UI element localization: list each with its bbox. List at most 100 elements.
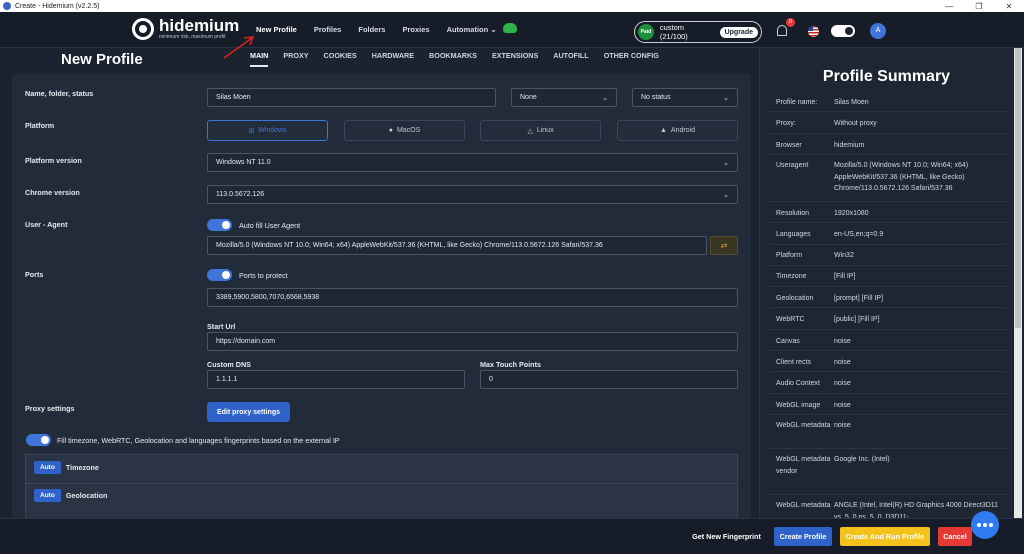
shuffle-icon[interactable]: ⇄ — [710, 236, 738, 255]
summary-value: noise — [834, 422, 851, 429]
ports-input[interactable]: 3389,5900,5800,7070,6568,5938 — [207, 288, 738, 307]
summary-row-webgl-vendor: WebGL metadata vendor Google Inc. (Intel) — [776, 454, 1006, 477]
platform-version-select[interactable]: Windows NT 11.0 ⌄ — [207, 153, 738, 172]
summary-key: WebGL metadata — [776, 422, 831, 429]
platform-linux-button[interactable]: △ Linux — [480, 120, 601, 141]
platform-windows-button[interactable]: ⊞ Windows — [207, 120, 328, 141]
platform-version-label: Platform version — [25, 156, 82, 165]
tab-cookies[interactable]: COOKIES — [324, 51, 357, 67]
summary-row-webrtc: WebRTC [public] [Fill IP] — [776, 314, 1006, 326]
tab-bookmarks[interactable]: BOOKMARKS — [429, 51, 477, 67]
timezone-auto-badge[interactable]: Auto — [34, 461, 61, 474]
theme-toggle[interactable] — [831, 25, 855, 37]
timezone-label: Timezone — [65, 463, 99, 472]
divider — [770, 222, 1006, 223]
upgrade-button[interactable]: Upgrade — [719, 26, 758, 38]
top-navbar: hidemium minimum risk, maximum profit Ne… — [0, 12, 1024, 48]
maximize-icon[interactable]: ❐ — [964, 2, 994, 11]
tab-other-config[interactable]: OTHER CONFIG — [604, 51, 659, 67]
user-agent-input[interactable]: Mozilla/5.0 (Windows NT 10.0; Win64; x64… — [207, 236, 707, 255]
scrollbar-thumb[interactable] — [1015, 48, 1021, 328]
create-and-run-button[interactable]: Create And Run Profile — [840, 527, 930, 546]
nav-profiles[interactable]: Profiles — [314, 25, 342, 34]
platform-android-label: Android — [670, 127, 696, 134]
tab-extensions[interactable]: EXTENSIONS — [492, 51, 538, 67]
summary-key: Profile name: — [776, 99, 818, 106]
fill-fingerprint-label: Fill timezone, WebRTC, Geolocation and l… — [57, 436, 340, 445]
summary-value: noise — [834, 359, 851, 366]
tab-bar: MAIN PROXY COOKIES HARDWARE BOOKMARKS EX… — [250, 51, 659, 67]
divider — [770, 111, 1006, 112]
start-url-input[interactable]: https://domain.com — [207, 332, 738, 351]
summary-row-geolocation: Geolocation [prompt] [Fill IP] — [776, 293, 1006, 305]
tab-main[interactable]: MAIN — [250, 51, 269, 67]
nav-automation-label: Automation — [446, 25, 489, 34]
summary-value: [public] [Fill IP] — [834, 316, 880, 323]
chrome-version-select[interactable]: 113.0.5672.126 ⌄ — [207, 185, 738, 204]
create-profile-button[interactable]: Create Profile — [774, 527, 832, 546]
chat-bubble-icon[interactable] — [971, 511, 999, 539]
chrome-version-value: 113.0.5672.126 — [216, 191, 265, 198]
chevron-down-icon: ⌄ — [490, 25, 497, 34]
divider — [770, 201, 1006, 202]
chevron-down-icon: ⌄ — [723, 159, 729, 167]
nav-proxies[interactable]: Proxies — [402, 25, 429, 34]
tab-proxy[interactable]: PROXY — [283, 51, 308, 67]
geolocation-auto-badge[interactable]: Auto — [34, 489, 61, 502]
summary-value: hidemium — [834, 142, 865, 149]
timezone-row[interactable]: Auto Timezone — [34, 461, 99, 474]
summary-key: Resolution — [776, 210, 810, 217]
avatar[interactable]: A — [870, 23, 886, 39]
bell-icon[interactable] — [777, 25, 787, 36]
ports-protect-toggle[interactable] — [207, 269, 232, 281]
summary-value: en-US,en;q=0.9 — [834, 231, 884, 238]
divider — [770, 265, 1006, 266]
minimize-icon[interactable]: — — [934, 2, 964, 11]
folder-select-value: None — [520, 94, 537, 101]
summary-row-resolution: Resolution 1920x1080 — [776, 208, 1006, 220]
cancel-button[interactable]: Cancel — [938, 527, 972, 546]
divider — [770, 494, 1006, 495]
folder-select[interactable]: None ⌄ — [511, 88, 617, 107]
summary-value: noise — [834, 402, 851, 409]
summary-value: Win32 — [834, 252, 854, 259]
platform-macos-button[interactable]: ● MacOS — [344, 120, 465, 141]
summary-key: Proxy: — [776, 120, 796, 127]
close-window-icon[interactable]: ✕ — [994, 2, 1024, 11]
summary-row-profile-name: Profile name: Silas Moen — [776, 97, 1006, 109]
cloud-sync-icon[interactable] — [503, 23, 517, 33]
platform-android-button[interactable]: ▲ Android — [617, 120, 738, 141]
nav-new-profile[interactable]: New Profile — [256, 25, 297, 34]
geolocation-row[interactable]: Auto Geolocation — [34, 489, 107, 502]
brand-name: hidemium — [159, 16, 240, 35]
chevron-down-icon: ⌄ — [723, 94, 729, 102]
platform-label: Platform — [25, 121, 55, 130]
tab-hardware[interactable]: HARDWARE — [372, 51, 414, 67]
divider — [770, 448, 1006, 449]
status-select[interactable]: No status ⌄ — [632, 88, 738, 107]
divider — [770, 244, 1006, 245]
name-folder-status-label: Name, folder, status — [25, 89, 94, 98]
summary-value: [Fill IP] — [834, 273, 856, 280]
android-icon: ▲ — [659, 127, 667, 134]
get-new-fingerprint-button[interactable]: Get New Fingerprint — [687, 527, 766, 546]
scrollbar[interactable] — [1014, 48, 1022, 524]
fill-fingerprint-toggle[interactable] — [26, 434, 51, 446]
us-flag-icon[interactable] — [808, 26, 819, 37]
max-touch-points-input[interactable]: 0 — [480, 370, 738, 389]
summary-key: Client rects — [776, 359, 812, 366]
summary-row-browser: Browser hidemium — [776, 140, 1006, 152]
profile-name-input[interactable]: Silas Moen — [207, 88, 496, 107]
custom-dns-input[interactable]: 1.1.1.1 — [207, 370, 465, 389]
nav-folders[interactable]: Folders — [358, 25, 385, 34]
summary-value: Silas Moen — [834, 99, 869, 106]
auto-fill-ua-toggle[interactable] — [207, 219, 232, 231]
ports-label: Ports — [25, 270, 44, 279]
edit-proxy-settings-button[interactable]: Edit proxy settings — [207, 402, 290, 422]
divider — [770, 393, 1006, 394]
custom-dns-label: Custom DNS — [207, 360, 251, 369]
tab-autofill[interactable]: AUTOFILL — [553, 51, 588, 67]
summary-key: Useragent — [776, 162, 809, 169]
nav-automation[interactable]: Automation ⌄ — [447, 25, 497, 34]
summary-key: Canvas — [776, 338, 800, 345]
